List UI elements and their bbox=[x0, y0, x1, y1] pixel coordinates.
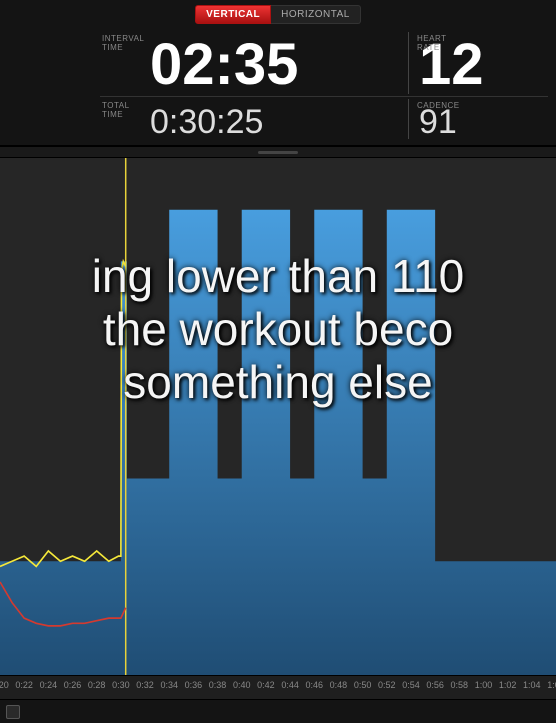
app-root: VERTICAL HORIZONTAL INTERVALTIME 02:35 H… bbox=[0, 0, 556, 723]
axis-tick: 0:54 bbox=[402, 680, 420, 690]
axis-tick: 0:44 bbox=[281, 680, 299, 690]
axis-tick: 0:36 bbox=[185, 680, 203, 690]
grip-icon bbox=[258, 151, 298, 154]
bottom-toolbar bbox=[0, 699, 556, 723]
series-power-actual bbox=[0, 261, 126, 566]
metric-value: 0:30:25 bbox=[100, 99, 400, 139]
layout-toggle-vertical[interactable]: VERTICAL bbox=[195, 5, 271, 24]
axis-tick: 0:52 bbox=[378, 680, 396, 690]
axis-tick: 1:06 bbox=[547, 680, 556, 690]
axis-tick: 0:38 bbox=[209, 680, 227, 690]
axis-tick: 0:50 bbox=[354, 680, 372, 690]
metric-interval-time: INTERVALTIME 02:35 bbox=[100, 32, 400, 94]
axis-tick: 0:34 bbox=[160, 680, 178, 690]
plan-profile bbox=[0, 210, 556, 675]
axis-tick: 0:56 bbox=[426, 680, 444, 690]
toolbar-button[interactable] bbox=[6, 705, 20, 719]
axis-tick: 0:40 bbox=[233, 680, 251, 690]
axis-tick: 0:20 bbox=[0, 680, 9, 690]
axis-tick: 0:32 bbox=[136, 680, 154, 690]
metric-label: CADENCE bbox=[417, 101, 460, 110]
axis-tick: 0:22 bbox=[15, 680, 33, 690]
axis-tick: 1:04 bbox=[523, 680, 541, 690]
layout-toggle-horizontal[interactable]: HORIZONTAL bbox=[271, 5, 361, 24]
metric-label: HEARTRATE bbox=[417, 34, 446, 52]
time-axis: 0:20 0:22 0:24 0:26 0:28 0:30 0:32 0:34 0:36 0:38… bbox=[0, 675, 556, 699]
metric-heart-rate: HEARTRATE 12 bbox=[408, 32, 548, 94]
workout-chart[interactable] bbox=[0, 157, 556, 675]
axis-tick: 0:42 bbox=[257, 680, 275, 690]
axis-tick: 0:30 bbox=[112, 680, 130, 690]
axis-tick: 0:46 bbox=[305, 680, 323, 690]
axis-tick: 0:24 bbox=[40, 680, 58, 690]
panel-resize-handle[interactable] bbox=[0, 147, 556, 157]
metrics-panel: INTERVALTIME 02:35 HEARTRATE 12 TOTALTIM… bbox=[0, 28, 556, 147]
axis-tick: 0:48 bbox=[330, 680, 348, 690]
metrics-divider bbox=[100, 96, 548, 97]
axis-tick: 1:00 bbox=[475, 680, 493, 690]
metric-label: INTERVALTIME bbox=[102, 34, 144, 52]
metric-value: 02:35 bbox=[100, 32, 400, 94]
axis-tick: 0:26 bbox=[64, 680, 82, 690]
metric-total-time: TOTALTIME 0:30:25 bbox=[100, 99, 400, 139]
axis-tick: 0:58 bbox=[451, 680, 469, 690]
metric-label: TOTALTIME bbox=[102, 101, 130, 119]
metric-cadence: CADENCE 91 bbox=[408, 99, 548, 139]
chart-svg bbox=[0, 158, 556, 675]
axis-tick: 1:02 bbox=[499, 680, 517, 690]
layout-toggle: VERTICAL HORIZONTAL bbox=[0, 0, 556, 28]
axis-tick: 0:28 bbox=[88, 680, 106, 690]
